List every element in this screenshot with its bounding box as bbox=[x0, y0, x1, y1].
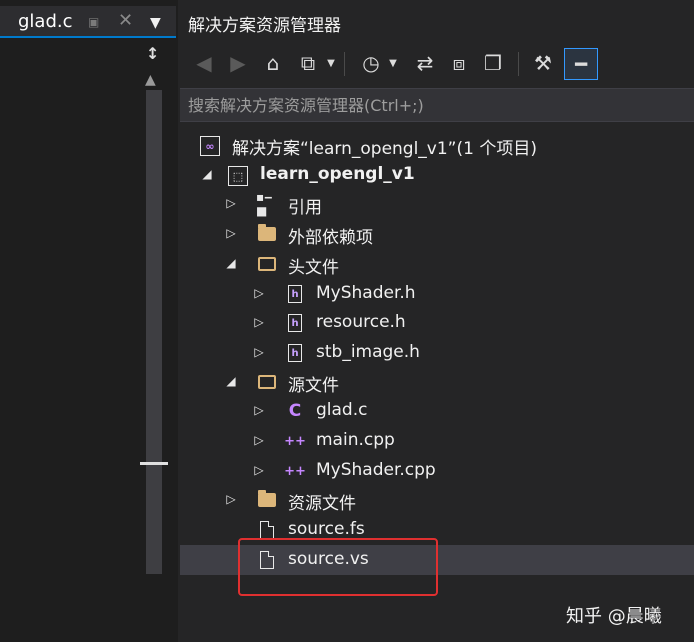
solution-icon: ∞ bbox=[200, 136, 220, 156]
tree-item-label: 资源文件 bbox=[288, 494, 356, 514]
code-editor-pane: glad.c ▣ ✕ ▼ ↕ ▲ bbox=[0, 0, 178, 642]
collapsed-arrow-icon[interactable]: ▷ bbox=[224, 225, 238, 241]
pin-icon[interactable]: ▣ bbox=[88, 16, 100, 28]
expanded-arrow-icon[interactable]: ◢ bbox=[224, 255, 238, 271]
tree-item-label: glad.c bbox=[316, 400, 368, 420]
home-icon[interactable]: ⌂ bbox=[258, 46, 288, 80]
sync-icon[interactable]: ⇄ bbox=[410, 46, 440, 80]
tree-item-file[interactable]: ▷ h stb_image.h bbox=[180, 338, 694, 368]
tree-item-external-dependencies[interactable]: ▷ 外部依赖项 bbox=[180, 219, 694, 249]
tree-item-file[interactable]: ▷ h MyShader.h bbox=[180, 279, 694, 309]
collapsed-arrow-icon[interactable]: ▷ bbox=[252, 344, 266, 360]
switch-views-dropdown-icon[interactable]: ▼ bbox=[324, 46, 338, 80]
collapsed-arrow-icon[interactable]: ▷ bbox=[224, 491, 238, 507]
cpp-file-icon: ++ bbox=[284, 463, 306, 479]
expanded-arrow-icon[interactable]: ◢ bbox=[224, 373, 238, 389]
pending-changes-dropdown-icon[interactable]: ▼ bbox=[386, 46, 400, 80]
watermark: 知乎 @晨曦 bbox=[566, 606, 662, 627]
tree-item-label: learn_opengl_v1 bbox=[260, 164, 415, 184]
tree-item-label: resource.h bbox=[316, 312, 406, 332]
tree-item-label: 解决方案“learn_opengl_v1”(1 个项目) bbox=[232, 139, 537, 159]
pending-changes-filter-icon[interactable]: ◷ bbox=[356, 46, 386, 80]
solution-explorer-toolbar: ◀ ▶ ⌂ ⧉ ▼ ◷ ▼ ⇄ ⧈ ❐ ⚒ ━ bbox=[188, 46, 694, 82]
scrollbar-caret-marker bbox=[140, 462, 168, 465]
properties-wrench-icon[interactable]: ⚒ bbox=[528, 46, 558, 80]
header-file-icon: h bbox=[284, 312, 306, 334]
preview-selected-items-button[interactable]: ━ bbox=[564, 48, 598, 80]
expanded-arrow-icon[interactable]: ◢ bbox=[200, 166, 214, 182]
tree-item-file[interactable]: ▷ ++ MyShader.cpp bbox=[180, 456, 694, 486]
tree-item-references[interactable]: ▷ ▪‒■ 引用 bbox=[180, 189, 694, 219]
toolbar-separator bbox=[518, 52, 519, 76]
external-dependencies-folder-icon bbox=[256, 223, 278, 245]
tree-item-solution[interactable]: ∞ 解决方案“learn_opengl_v1”(1 个项目) bbox=[180, 130, 694, 160]
collapsed-arrow-icon[interactable]: ▷ bbox=[252, 285, 266, 301]
filter-folder-icon bbox=[256, 489, 278, 511]
tree-item-label: 源文件 bbox=[288, 376, 339, 396]
split-window-icon[interactable]: ↕ bbox=[146, 44, 159, 63]
tree-item-label: 引用 bbox=[288, 198, 322, 218]
solution-explorer-search-box[interactable] bbox=[180, 88, 694, 122]
search-input[interactable] bbox=[188, 95, 678, 115]
tree-item-header-files[interactable]: ◢ 头文件 bbox=[180, 249, 694, 279]
collapsed-arrow-icon[interactable]: ▷ bbox=[252, 402, 266, 418]
collapsed-arrow-icon[interactable]: ▷ bbox=[252, 432, 266, 448]
tree-item-label: source.fs bbox=[288, 519, 365, 539]
toolbar-separator bbox=[344, 52, 345, 76]
collapsed-arrow-icon[interactable]: ▷ bbox=[224, 195, 238, 211]
header-file-icon: h bbox=[284, 283, 306, 305]
filter-folder-icon bbox=[256, 371, 278, 393]
collapsed-arrow-icon[interactable]: ▷ bbox=[252, 314, 266, 330]
cpp-file-icon: ++ bbox=[284, 433, 306, 449]
tree-item-label: 外部依赖项 bbox=[288, 228, 373, 248]
tree-item-label: main.cpp bbox=[316, 430, 395, 450]
tree-item-file[interactable]: ▷ ++ main.cpp bbox=[180, 426, 694, 456]
red-highlight-annotation bbox=[238, 538, 438, 596]
switch-views-icon[interactable]: ⧉ bbox=[292, 46, 324, 80]
tree-item-label: stb_image.h bbox=[316, 342, 420, 362]
tree-item-label: MyShader.cpp bbox=[316, 460, 436, 480]
back-icon[interactable]: ◀ bbox=[190, 46, 218, 80]
tree-item-source-files[interactable]: ◢ 源文件 bbox=[180, 367, 694, 397]
tree-item-project[interactable]: ◢ ⬚ learn_opengl_v1 bbox=[180, 160, 694, 190]
document-tab-glad-c[interactable]: glad.c ▣ ✕ ▼ bbox=[0, 6, 176, 38]
chevron-down-icon[interactable]: ▼ bbox=[150, 15, 161, 31]
tree-item-label: MyShader.h bbox=[316, 283, 416, 303]
document-tab-title: glad.c bbox=[18, 11, 73, 32]
filter-folder-icon bbox=[256, 253, 278, 275]
c-file-icon: C bbox=[288, 401, 302, 421]
tree-item-label: 头文件 bbox=[288, 258, 339, 278]
header-file-icon: h bbox=[284, 342, 306, 364]
references-icon: ▪‒■ bbox=[256, 190, 273, 218]
tree-item-resource-files[interactable]: ▷ 资源文件 bbox=[180, 485, 694, 515]
collapsed-arrow-icon[interactable]: ▷ bbox=[252, 462, 266, 478]
scroll-up-arrow-icon[interactable]: ▲ bbox=[145, 72, 156, 88]
tree-item-file[interactable]: ▷ C glad.c bbox=[180, 396, 694, 426]
show-all-files-icon[interactable]: ❐ bbox=[478, 46, 508, 80]
collapse-all-icon[interactable]: ⧈ bbox=[444, 46, 474, 80]
scrollbar-thumb[interactable] bbox=[146, 90, 162, 574]
tree-item-file[interactable]: ▷ h resource.h bbox=[180, 308, 694, 338]
close-icon[interactable]: ✕ bbox=[118, 10, 133, 31]
solution-explorer-title: 解决方案资源管理器 bbox=[188, 16, 341, 36]
forward-icon[interactable]: ▶ bbox=[224, 46, 252, 80]
preview-selected-icon: ━ bbox=[574, 52, 588, 76]
cpp-project-icon: ⬚ bbox=[228, 166, 248, 186]
